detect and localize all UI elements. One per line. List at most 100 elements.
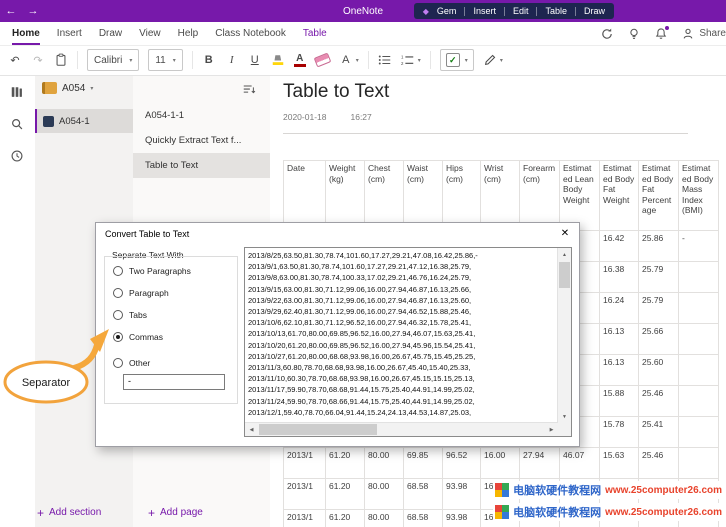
notifications-bell-icon[interactable] xyxy=(654,27,668,41)
share-button[interactable]: Share xyxy=(681,27,726,41)
gem-menu-insert[interactable]: Insert xyxy=(473,6,496,16)
tab-class-notebook[interactable]: Class Notebook xyxy=(215,22,286,45)
forward-icon[interactable]: → xyxy=(22,0,44,22)
horizontal-scrollbar[interactable]: ◀ ▶ xyxy=(245,422,558,436)
gem-menu-brand[interactable]: Gem xyxy=(437,6,457,16)
radio-label: Tabs xyxy=(129,310,147,320)
sync-icon[interactable] xyxy=(600,27,614,41)
radio-paragraph[interactable]: Paragraph xyxy=(113,288,169,298)
sort-pages-icon[interactable] xyxy=(242,84,256,95)
table-cell: 96.52 xyxy=(443,448,481,479)
pages-panel-header xyxy=(133,75,270,103)
table-cell: 80.00 xyxy=(365,479,404,510)
watermark: 电脑软硬件教程网 www.25computer26.com xyxy=(493,503,724,521)
csv-text[interactable]: 2013/8/25,63.50,81.30,78.74,101.60,17.27… xyxy=(248,250,555,420)
styles-button[interactable]: A ▾ xyxy=(339,54,359,66)
page-item[interactable]: Quickly Extract Text f... xyxy=(133,128,270,153)
convert-table-to-text-dialog: Convert Table to Text ✕ Separate Text Wi… xyxy=(95,222,580,447)
gem-menu-draw[interactable]: Draw xyxy=(584,6,605,16)
table-cell: 16.38 xyxy=(600,262,639,293)
tab-help[interactable]: Help xyxy=(178,22,199,45)
formatting-toolbar: ↶ ↷ Calibri ▾ 11 ▾ B I U A A ▾ xyxy=(0,45,726,76)
scroll-down-icon[interactable]: ▼ xyxy=(558,410,571,423)
radio-circle xyxy=(113,288,123,298)
table-cell: 93.98 xyxy=(443,479,481,510)
column-header: Hips (cm) xyxy=(443,161,481,231)
table-cell: 16.24 xyxy=(600,293,639,324)
radio-label: Other xyxy=(129,358,150,368)
tab-view[interactable]: View xyxy=(139,22,161,45)
table-cell: 69.85 xyxy=(404,448,443,479)
scroll-left-icon[interactable]: ◀ xyxy=(245,423,258,436)
column-header: Wrist (cm) xyxy=(481,161,520,231)
radio-two-paragraphs[interactable]: Two Paragraphs xyxy=(113,266,191,276)
page-title[interactable]: Table to Text xyxy=(283,81,389,103)
italic-button[interactable]: I xyxy=(225,54,239,66)
back-icon[interactable]: ← xyxy=(0,0,22,22)
table-cell: 16.00 xyxy=(481,448,520,479)
recent-notes-icon[interactable] xyxy=(10,149,24,163)
section-item-a054-1[interactable]: A054-1 xyxy=(35,109,133,133)
lightbulb-icon[interactable] xyxy=(627,27,641,41)
underline-button[interactable]: U xyxy=(248,54,262,66)
page-time: 16:27 xyxy=(350,112,371,122)
scrollbar-thumb[interactable] xyxy=(559,262,570,288)
scrollbar-thumb[interactable] xyxy=(259,424,377,435)
gem-menu-table[interactable]: Table xyxy=(545,6,567,16)
highlighter-icon[interactable] xyxy=(271,53,285,67)
dialog-title: Convert Table to Text xyxy=(105,229,189,239)
eraser-icon[interactable] xyxy=(315,55,330,65)
font-color-button[interactable]: A xyxy=(294,54,306,67)
separator-input[interactable]: - xyxy=(123,374,225,390)
chevron-down-icon: ▾ xyxy=(356,57,359,64)
chevron-down-icon: ▾ xyxy=(465,57,468,64)
numbered-list-button[interactable]: 12 ▾ xyxy=(401,54,421,66)
watermark-site-name: 电脑软硬件教程网 xyxy=(513,482,601,498)
tab-insert[interactable]: Insert xyxy=(57,22,82,45)
redo-button[interactable]: ↷ xyxy=(31,54,45,67)
notebooks-icon[interactable] xyxy=(10,85,24,99)
bullet-list-icon[interactable] xyxy=(378,54,392,66)
page-item-selected[interactable]: Table to Text xyxy=(133,153,270,178)
radio-label: Commas xyxy=(129,332,163,342)
callout-arrow xyxy=(74,345,97,368)
table-cell: - xyxy=(679,231,719,262)
column-header: Estimated Body Mass Index (BMI) xyxy=(679,161,719,231)
table-cell xyxy=(679,386,719,417)
undo-button[interactable]: ↶ xyxy=(8,54,22,67)
todo-tag-button[interactable]: ✓ ▾ xyxy=(440,49,474,71)
clipboard-icon[interactable] xyxy=(54,53,68,67)
scrollbar-corner xyxy=(558,423,571,436)
search-icon[interactable] xyxy=(10,117,24,131)
section-tab-icon xyxy=(43,116,54,127)
vertical-scrollbar[interactable]: ▲ ▼ xyxy=(557,248,571,423)
close-icon[interactable]: ✕ xyxy=(557,226,573,242)
add-section-button[interactable]: + Add section xyxy=(37,507,101,518)
table-row: 2013/161.2080.0069.8596.5216.0027.9446.0… xyxy=(284,448,719,479)
tab-home[interactable]: Home xyxy=(12,22,40,45)
titlebar: ← → OneNote ◆ Gem Insert Edit Table Draw xyxy=(0,0,726,22)
divider xyxy=(536,7,537,16)
scroll-up-icon[interactable]: ▲ xyxy=(558,248,571,261)
font-color-label: A xyxy=(296,54,303,63)
watermark-site-name: 电脑软硬件教程网 xyxy=(513,504,601,520)
table-cell: 68.58 xyxy=(404,510,443,527)
scroll-right-icon[interactable]: ▶ xyxy=(545,423,558,436)
bold-button[interactable]: B xyxy=(202,54,216,66)
table-cell: 46.07 xyxy=(560,448,600,479)
table-cell: 25.46 xyxy=(639,448,679,479)
font-size-select[interactable]: 11 ▾ xyxy=(148,49,182,71)
tab-draw[interactable]: Draw xyxy=(99,22,122,45)
gem-menu-edit[interactable]: Edit xyxy=(513,6,529,16)
font-color-swatch xyxy=(294,64,306,67)
add-page-button[interactable]: + Add page xyxy=(148,507,203,518)
column-header: Waist (cm) xyxy=(404,161,443,231)
notebook-header[interactable]: A054 ▾ xyxy=(35,75,133,101)
page-item[interactable]: A054-1-1 xyxy=(133,103,270,128)
table-cell: 80.00 xyxy=(365,448,404,479)
person-icon xyxy=(681,27,695,41)
font-name-select[interactable]: Calibri ▾ xyxy=(87,49,139,71)
ink-pen-button[interactable]: ▾ xyxy=(483,53,503,67)
notebook-name: A054 xyxy=(62,83,85,94)
tab-table[interactable]: Table xyxy=(303,22,327,45)
